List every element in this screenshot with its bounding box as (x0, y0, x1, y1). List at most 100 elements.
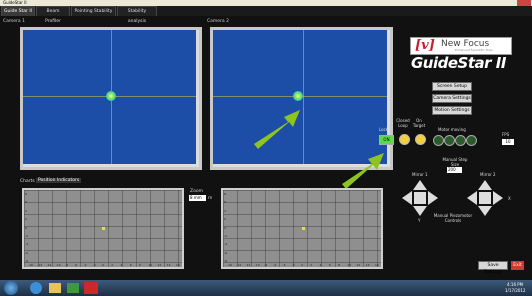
manual-controls-label: Manual Piezomotor Controls (433, 213, 473, 223)
on-target-label: On Target (412, 118, 426, 128)
taskbar: 4:16 PM 1/17/2012 (0, 280, 532, 296)
y-tick-label: -8 (224, 259, 227, 263)
y-tick-label: 2 (25, 217, 27, 222)
camera1-view[interactable] (20, 27, 202, 170)
mirror1-label: Mirror 1 (412, 172, 428, 177)
tab-stability-analysis[interactable]: Stability analysis (117, 6, 157, 24)
x-tick-label: 10 (148, 263, 153, 267)
tray-time: 4:16 PM (507, 282, 524, 287)
x-tick-label: 16 (176, 263, 180, 267)
save-settings-button[interactable]: Save Settings (478, 261, 508, 275)
media-icon[interactable] (67, 283, 79, 293)
tab-pointing-stability[interactable]: Pointing Stability (71, 6, 116, 16)
x-tick-label: 6 (129, 263, 132, 267)
mirror2-arrow-pad[interactable] (465, 178, 505, 218)
tray-date: 1/17/2012 (505, 288, 526, 293)
x-tick-label: 8 (338, 263, 340, 267)
plot-target-marker (302, 227, 305, 230)
on-target-led (415, 134, 426, 145)
ie-icon[interactable] (30, 282, 42, 294)
vertical-scrollbar[interactable] (196, 30, 199, 167)
y-tick-label: -2 (25, 233, 28, 238)
brand-logo: [v] New Focus Enhanced Scientific Tools (410, 37, 512, 55)
lock-label: Lock (379, 127, 389, 132)
y-tick-label: 8 (25, 192, 27, 196)
x-tick-label: 4 (120, 263, 123, 267)
x-tick-label: -16 (227, 263, 232, 267)
x-tick-label: -6 (273, 263, 277, 267)
motor-led-3 (455, 135, 466, 146)
x-tick-label: 10 (347, 263, 352, 267)
x-tick-label: 8 (139, 263, 141, 267)
start-icon[interactable] (4, 281, 18, 295)
y-tick-label: -4 (224, 242, 227, 247)
x-tick-label: -2 (92, 263, 96, 267)
horizontal-scrollbar[interactable] (23, 164, 199, 167)
x-tick-label: 6 (328, 263, 331, 267)
motion-settings-button[interactable]: Motion Settings (432, 106, 472, 115)
x-tick-label: 0 (102, 263, 104, 267)
x-tick-label: -8 (264, 263, 267, 267)
y-tick-label: 2 (224, 217, 226, 222)
y-tick-label: -8 (25, 259, 28, 263)
y-tick-label: 8 (224, 192, 226, 196)
x-tick-label: 14 (365, 263, 370, 267)
motor-led-1 (433, 135, 444, 146)
x-tick-label: 2 (310, 263, 313, 267)
vertical-scrollbar[interactable] (387, 30, 390, 167)
x-tick-label: 14 (166, 263, 171, 267)
logo-mark: [v] (415, 38, 435, 53)
zoom-label: Zoom (190, 189, 203, 194)
app-icon[interactable] (84, 282, 98, 294)
product-title: GuideStar II (411, 54, 506, 72)
tab-bar: Guide Star II Beam Profiler Pointing Sta… (0, 6, 532, 24)
brand-tagline: Enhanced Scientific Tools (455, 48, 493, 52)
x-tick-label: -6 (74, 263, 78, 267)
x-tick-label: 12 (356, 263, 361, 267)
motor-led-4 (466, 135, 477, 146)
step-size-input[interactable]: 200 (447, 167, 462, 173)
lock-toggle[interactable]: ON (379, 135, 394, 145)
lock-toggle-label: ON (383, 137, 390, 142)
tab-position-indicators[interactable]: Position Indicators (36, 178, 82, 183)
y-tick-label: -6 (224, 250, 227, 255)
mirror1-arrow-pad[interactable] (400, 178, 440, 218)
y-tick-label: -2 (224, 233, 227, 238)
exit-button[interactable]: Exit (511, 261, 524, 270)
annotation-arrow (254, 110, 300, 149)
x-tick-label: -10 (254, 263, 260, 267)
x-tick-label: -4 (83, 263, 87, 267)
x-tick-label: 16 (375, 263, 379, 267)
x-tick-label: -14 (236, 263, 242, 267)
plot-target-marker (102, 227, 105, 230)
screen-setup-button[interactable]: Screen Setup (432, 82, 472, 91)
x-tick-label: -16 (28, 263, 33, 267)
mirror2-label: Mirror 2 (480, 172, 496, 177)
y-tick-label: 4 (224, 208, 226, 213)
x-label: X (508, 196, 511, 201)
y-tick-label: 0 (25, 225, 27, 230)
x-tick-label: -4 (282, 263, 286, 267)
tab-beam-profiler[interactable]: Beam Profiler (36, 6, 70, 24)
x-tick-label: 4 (319, 263, 322, 267)
y-tick-label: 6 (25, 200, 27, 205)
folder-icon[interactable] (49, 283, 61, 293)
camera-settings-button[interactable]: Camera Settings (432, 94, 472, 103)
beam-spot (106, 91, 116, 101)
x-tick-label: -14 (37, 263, 43, 267)
motor-led-2 (444, 135, 455, 146)
y-tick-label: -6 (25, 250, 28, 255)
x-tick-label: 12 (157, 263, 162, 267)
x-tick-label: 0 (301, 263, 303, 267)
closed-loop-label: Closed Loop (396, 118, 410, 128)
x-tick-label: -10 (55, 263, 61, 267)
camera1-label: Camera 1 (3, 19, 25, 24)
x-tick-label: -12 (245, 263, 251, 267)
step-size-label: Manual Step Size (442, 157, 468, 167)
tab-charts[interactable]: Charts (20, 179, 35, 184)
zoom-select[interactable]: 8 mm (189, 195, 206, 201)
closed-loop-led (399, 134, 410, 145)
tab-guide-star[interactable]: Guide Star II (1, 6, 35, 16)
fps-label: FPS (502, 132, 510, 137)
position-plot-1: -16 -14 -12 -10 -8 -6 -4 -2 0 2 4 6 8 10 12 14 16 8 6 4 2 0 -2… (22, 188, 184, 269)
